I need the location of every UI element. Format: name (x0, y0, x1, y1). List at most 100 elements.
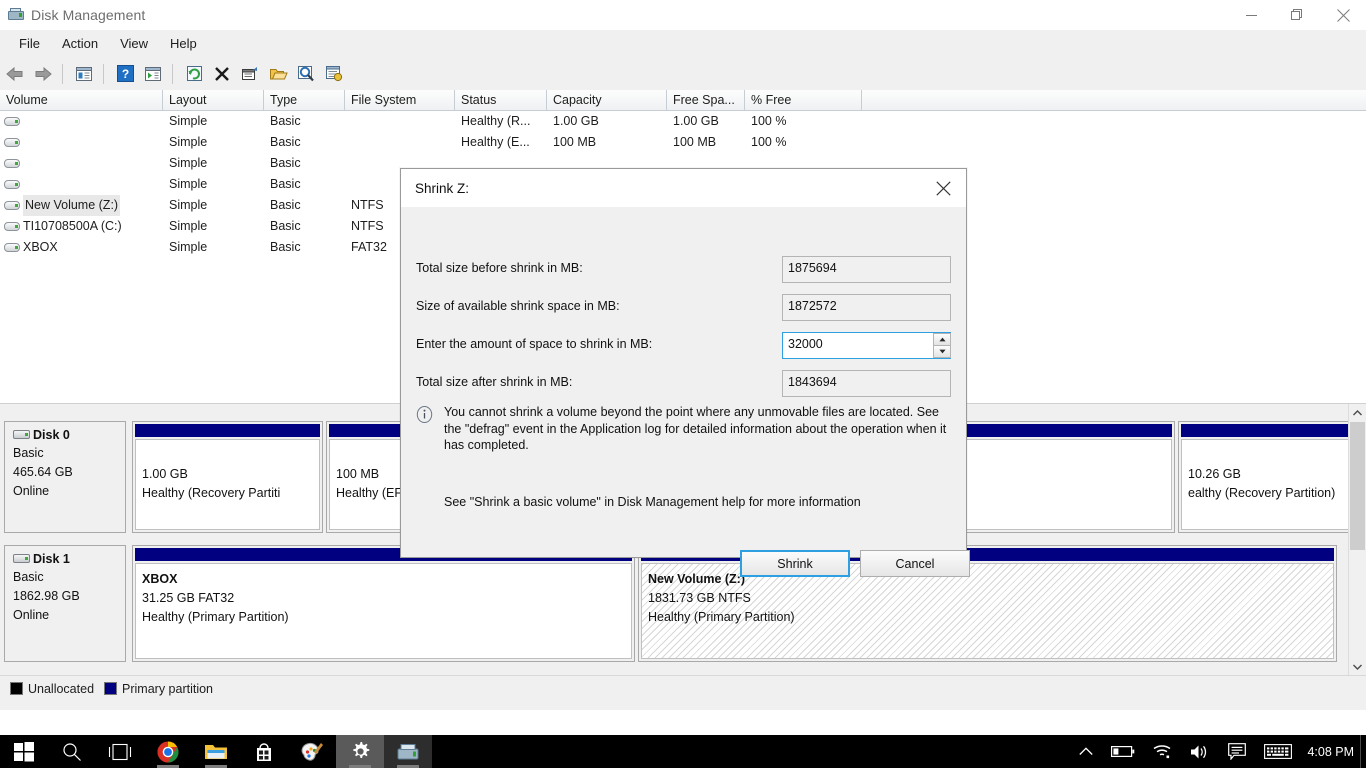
task-view-icon[interactable] (96, 735, 144, 768)
partition-status: ealthy (Recovery Partition) (1188, 486, 1336, 500)
shrink-button[interactable]: Shrink (740, 550, 850, 577)
menu-view[interactable]: View (110, 33, 158, 54)
field-total-size-before: Total size before shrink in MB: 1875694 (416, 256, 951, 286)
menu-file[interactable]: File (9, 33, 50, 54)
show-hidden-icons-chevron-icon[interactable] (1070, 735, 1102, 768)
legend-label-primary-partition: Primary partition (122, 681, 214, 696)
column-header-type[interactable]: Type (264, 90, 345, 111)
volume-row-1[interactable]: Simple Basic Healthy (E... 100 MB 100 MB 100 … (0, 132, 1366, 153)
view-options-icon[interactable] (321, 61, 347, 87)
partition-color-bar (1181, 424, 1366, 437)
column-header-free-space[interactable]: Free Spa... (667, 90, 745, 111)
disk-icon (13, 554, 30, 564)
rescan-disks-icon[interactable] (293, 61, 319, 87)
disk-management-icon (8, 7, 24, 23)
partition-0-0[interactable]: 1.00 GB Healthy (Recovery Partiti (132, 421, 323, 533)
partition-size: 1.00 GB (142, 467, 188, 481)
microsoft-store-icon[interactable] (240, 735, 288, 768)
paint-icon[interactable] (288, 735, 336, 768)
partition-status: Healthy (Primary Partition) (648, 610, 795, 624)
volume-cell-volume (0, 137, 163, 148)
open-icon[interactable] (265, 61, 291, 87)
volume-cell-layout: Simple (169, 177, 208, 191)
volume-cell-capacity: 100 MB (553, 135, 597, 149)
dialog-title-bar: Shrink Z: (401, 169, 966, 207)
disk-info-0[interactable]: Disk 0 Basic 465.64 GB Online (4, 421, 126, 533)
window-controls (1228, 0, 1366, 30)
forward-arrow-icon[interactable] (30, 61, 56, 87)
field-label: Total size before shrink in MB: (416, 261, 583, 275)
volume-label: New Volume (Z:) (23, 195, 121, 216)
info-block: You cannot shrink a volume beyond the po… (416, 404, 956, 454)
volume-icon[interactable] (1181, 735, 1219, 768)
volume-icon (4, 179, 20, 190)
volume-cell-layout: Simple (169, 135, 208, 149)
show-desktop-button[interactable] (1360, 735, 1366, 768)
delete-icon[interactable] (209, 61, 235, 87)
volume-cell-layout: Simple (169, 219, 208, 233)
disk-state-1: Online (13, 608, 50, 622)
disk-management-taskbar-icon[interactable] (384, 735, 432, 768)
toolbar-separator (62, 63, 63, 84)
graph-view-scrollbar[interactable] (1348, 404, 1366, 675)
disk-row-1[interactable]: Disk 1 Basic 1862.98 GB Online XBOX 31.2… (4, 545, 1340, 662)
disk-state-0: Online (13, 484, 50, 498)
help-icon[interactable]: ? (112, 61, 138, 87)
search-icon[interactable] (48, 735, 96, 768)
volume-cell-status: Healthy (E... (461, 135, 530, 149)
column-header-file-system[interactable]: File System (345, 90, 455, 111)
disk-kind-1: Basic (13, 570, 44, 584)
menu-action[interactable]: Action (52, 33, 108, 54)
show-hide-action-pane-icon[interactable] (140, 61, 166, 87)
help-text: See "Shrink a basic volume" in Disk Mana… (444, 495, 861, 509)
legend-swatch-unallocated (10, 682, 23, 695)
properties-icon[interactable] (237, 61, 263, 87)
disk-info-1[interactable]: Disk 1 Basic 1862.98 GB Online (4, 545, 126, 662)
volume-row-0[interactable]: Simple Basic Healthy (R... 1.00 GB 1.00 GB 10… (0, 111, 1366, 132)
shrink-amount-stepper[interactable] (933, 333, 951, 358)
info-icon (416, 406, 433, 423)
partition-1-xbox[interactable]: XBOX 31.25 GB FAT32 Healthy (Primary Par… (132, 545, 635, 662)
volume-cell-pct: 100 % (751, 135, 787, 149)
close-button[interactable] (1320, 0, 1366, 30)
cancel-button[interactable]: Cancel (860, 550, 970, 577)
volume-cell-type: Basic (270, 198, 301, 212)
volume-icon (4, 158, 20, 169)
touch-keyboard-icon[interactable] (1255, 735, 1301, 768)
show-hide-console-tree-icon[interactable] (71, 61, 97, 87)
settings-icon[interactable] (336, 735, 384, 768)
partition-body: XBOX 31.25 GB FAT32 Healthy (Primary Par… (135, 563, 632, 659)
shrink-amount-input[interactable]: 32000 (782, 332, 951, 359)
screen: Disk Management File Action View Help ? … (0, 0, 1366, 768)
dialog-close-button[interactable] (921, 169, 966, 207)
partition-0-2[interactable]: 10.26 GB ealthy (Recovery Partition) (1178, 421, 1366, 533)
column-header-filler (862, 90, 1366, 111)
restore-button[interactable] (1274, 0, 1320, 30)
partition-size: 10.26 GB (1188, 467, 1241, 481)
column-header-percent-free[interactable]: % Free (745, 90, 862, 111)
action-center-icon[interactable] (1219, 735, 1255, 768)
chrome-icon[interactable] (144, 735, 192, 768)
back-arrow-icon[interactable] (2, 61, 28, 87)
stepper-down-button[interactable] (933, 346, 951, 358)
wifi-icon[interactable] (1144, 735, 1181, 768)
field-label: Total size after shrink in MB: (416, 375, 573, 389)
legend-label-unallocated: Unallocated (28, 681, 95, 696)
volume-label: TI10708500A (C:) (23, 219, 122, 233)
column-header-volume[interactable]: Volume (0, 90, 163, 111)
minimize-button[interactable] (1228, 0, 1274, 30)
column-header-status[interactable]: Status (455, 90, 547, 111)
taskbar-clock[interactable]: 4:08 PM (1301, 745, 1366, 759)
scroll-down-button[interactable] (1349, 658, 1366, 675)
scrollbar-thumb[interactable] (1350, 422, 1365, 550)
column-header-capacity[interactable]: Capacity (547, 90, 667, 111)
file-explorer-icon[interactable] (192, 735, 240, 768)
refresh-icon[interactable] (181, 61, 207, 87)
column-header-layout[interactable]: Layout (163, 90, 264, 111)
battery-icon[interactable] (1102, 735, 1144, 768)
scroll-up-button[interactable] (1349, 404, 1366, 421)
menu-help[interactable]: Help (160, 33, 207, 54)
stepper-up-button[interactable] (933, 333, 951, 346)
volume-cell-layout: Simple (169, 114, 208, 128)
windows-start-icon[interactable] (0, 735, 48, 768)
